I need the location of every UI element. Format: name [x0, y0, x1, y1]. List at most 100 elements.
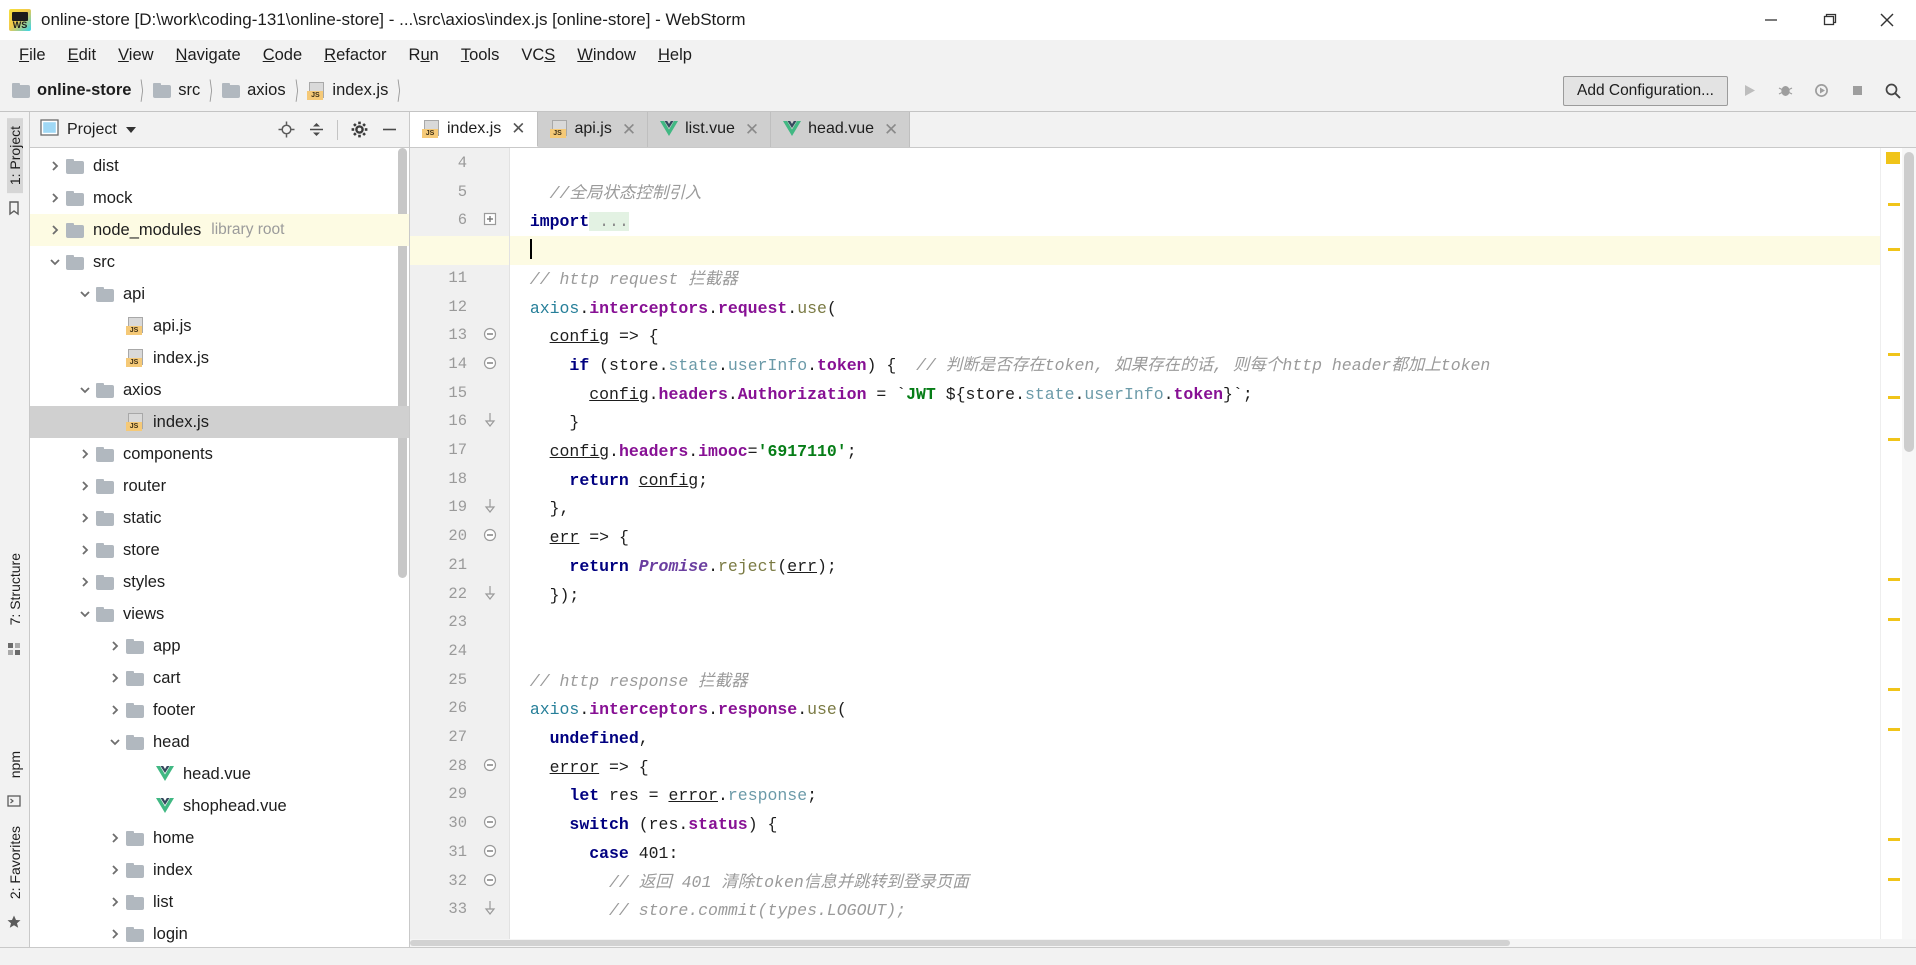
project-file-tree[interactable]: distmocknode_moduleslibrary rootsrcapiap… [30, 148, 409, 947]
chevron-right-icon[interactable] [104, 699, 126, 721]
tree-item-node-modules[interactable]: node_modules library root [30, 214, 409, 246]
tree-item-api-js[interactable]: api.js [30, 310, 409, 342]
code-fold-toggle[interactable] [481, 411, 499, 429]
code-fold-toggle[interactable] [481, 756, 499, 774]
close-icon[interactable]: ✕ [884, 121, 898, 138]
code-line[interactable]: // http request 拦截器 [510, 265, 738, 294]
maximize-icon[interactable] [1800, 0, 1858, 40]
code-fold-toggle[interactable] [481, 354, 499, 372]
editor-horizontal-scrollbar[interactable] [410, 939, 1916, 947]
code-line[interactable]: import ... [510, 207, 629, 236]
tree-item-footer[interactable]: footer [30, 694, 409, 726]
code-line[interactable]: }, [510, 494, 570, 523]
close-icon[interactable]: ✕ [511, 120, 525, 137]
tree-item-head[interactable]: head [30, 726, 409, 758]
chevron-right-icon[interactable] [44, 155, 66, 177]
editor-vertical-scrollbar[interactable] [1902, 148, 1916, 947]
breadcrumb-src[interactable]: src ⟩ [153, 70, 222, 111]
editor-gutter[interactable]: 4561011121314151617181920212223242526272… [410, 148, 510, 947]
menu-vcs[interactable]: VCS [510, 43, 566, 67]
chevron-right-icon[interactable] [104, 667, 126, 689]
menu-file[interactable]: File [8, 43, 57, 67]
error-stripe-marker[interactable] [1888, 688, 1900, 691]
breadcrumb-online-store[interactable]: online-store ⟩ [12, 70, 153, 111]
code-line[interactable]: config.headers.imooc='6917110'; [510, 437, 857, 466]
code-line[interactable]: case 401: [510, 839, 678, 868]
sidebar-tab-npm[interactable]: npm [7, 743, 23, 786]
favorites-star-icon[interactable] [6, 914, 24, 932]
add-configuration-button[interactable]: Add Configuration... [1562, 75, 1728, 106]
code-line[interactable]: axios.interceptors.request.use( [510, 294, 837, 323]
code-line[interactable]: // store.commit(types.LOGOUT); [510, 896, 906, 925]
close-icon[interactable]: ✕ [622, 121, 636, 138]
code-line[interactable]: err => { [510, 523, 629, 552]
code-line[interactable]: config.headers.Authorization = `JWT ${st… [510, 380, 1253, 409]
chevron-down-icon[interactable] [125, 121, 137, 139]
chevron-right-icon[interactable] [74, 571, 96, 593]
search-everywhere-icon[interactable] [1878, 77, 1908, 105]
error-stripe-marker[interactable] [1888, 728, 1900, 731]
code-fold-toggle[interactable] [481, 210, 499, 228]
coverage-icon[interactable] [1806, 77, 1836, 105]
menu-window[interactable]: Window [566, 43, 647, 67]
code-fold-toggle[interactable] [481, 325, 499, 343]
menu-navigate[interactable]: Navigate [165, 43, 252, 67]
tree-item-components[interactable]: components [30, 438, 409, 470]
tree-item-axios[interactable]: axios [30, 374, 409, 406]
chevron-down-icon[interactable] [74, 283, 96, 305]
code-line[interactable]: }); [510, 581, 580, 610]
editor-tab-api-js[interactable]: api.js ✕ [537, 111, 649, 147]
code-line[interactable]: return Promise.reject(err); [510, 552, 836, 581]
debug-icon[interactable] [1770, 77, 1800, 105]
code-content[interactable]: //全局状态控制引入 import ... // http request 拦截… [510, 148, 1880, 947]
code-line[interactable]: // http response 拦截器 [510, 667, 748, 696]
chevron-right-icon[interactable] [104, 923, 126, 945]
chevron-right-icon[interactable] [74, 539, 96, 561]
code-editor[interactable]: 4561011121314151617181920212223242526272… [410, 148, 1916, 947]
chevron-right-icon[interactable] [104, 891, 126, 913]
sidebar-tab-favorites[interactable]: 2: Favorites [7, 818, 23, 907]
code-fold-toggle[interactable] [481, 526, 499, 544]
editor-error-stripe[interactable] [1880, 148, 1902, 947]
chevron-down-icon[interactable] [104, 731, 126, 753]
error-stripe-marker[interactable] [1888, 203, 1900, 206]
structure-grid-icon[interactable] [6, 641, 24, 659]
code-line[interactable]: undefined, [510, 724, 649, 753]
tree-item-home[interactable]: home [30, 822, 409, 854]
editor-tab-index-js[interactable]: index.js ✕ [410, 111, 538, 147]
tree-item-static[interactable]: static [30, 502, 409, 534]
close-icon[interactable]: ✕ [745, 121, 759, 138]
error-stripe-marker[interactable] [1888, 248, 1900, 251]
tree-item-index-js[interactable]: index.js [30, 406, 409, 438]
chevron-right-icon[interactable] [104, 827, 126, 849]
error-stripe-marker[interactable] [1888, 438, 1900, 441]
code-line[interactable]: return config; [510, 466, 708, 495]
scrollbar-thumb[interactable] [1904, 152, 1914, 452]
tree-item-index[interactable]: index [30, 854, 409, 886]
tree-item-index-js[interactable]: index.js [30, 342, 409, 374]
chevron-down-icon[interactable] [74, 379, 96, 401]
hide-panel-icon[interactable] [375, 117, 403, 143]
chevron-right-icon[interactable] [74, 475, 96, 497]
menu-run[interactable]: Run [398, 43, 450, 67]
tree-item-list[interactable]: list [30, 886, 409, 918]
tree-item-app[interactable]: app [30, 630, 409, 662]
menu-help[interactable]: Help [647, 43, 703, 67]
code-line[interactable]: error => { [510, 753, 649, 782]
error-stripe-marker[interactable] [1888, 578, 1900, 581]
tree-item-dist[interactable]: dist [30, 150, 409, 182]
code-line[interactable]: axios.interceptors.response.use( [510, 695, 847, 724]
tree-item-store[interactable]: store [30, 534, 409, 566]
tree-item-cart[interactable]: cart [30, 662, 409, 694]
collapse-all-icon[interactable] [302, 117, 330, 143]
tree-item-shophead-vue[interactable]: shophead.vue [30, 790, 409, 822]
chevron-down-icon[interactable] [44, 251, 66, 273]
editor-tab-head-vue[interactable]: head.vue ✕ [771, 111, 911, 147]
terminal-icon[interactable] [6, 793, 24, 811]
tree-item-router[interactable]: router [30, 470, 409, 502]
code-fold-toggle[interactable] [481, 584, 499, 602]
close-icon[interactable] [1858, 0, 1916, 40]
menu-code[interactable]: Code [252, 43, 313, 67]
tree-item-head-vue[interactable]: head.vue [30, 758, 409, 790]
error-stripe-marker[interactable] [1888, 618, 1900, 621]
